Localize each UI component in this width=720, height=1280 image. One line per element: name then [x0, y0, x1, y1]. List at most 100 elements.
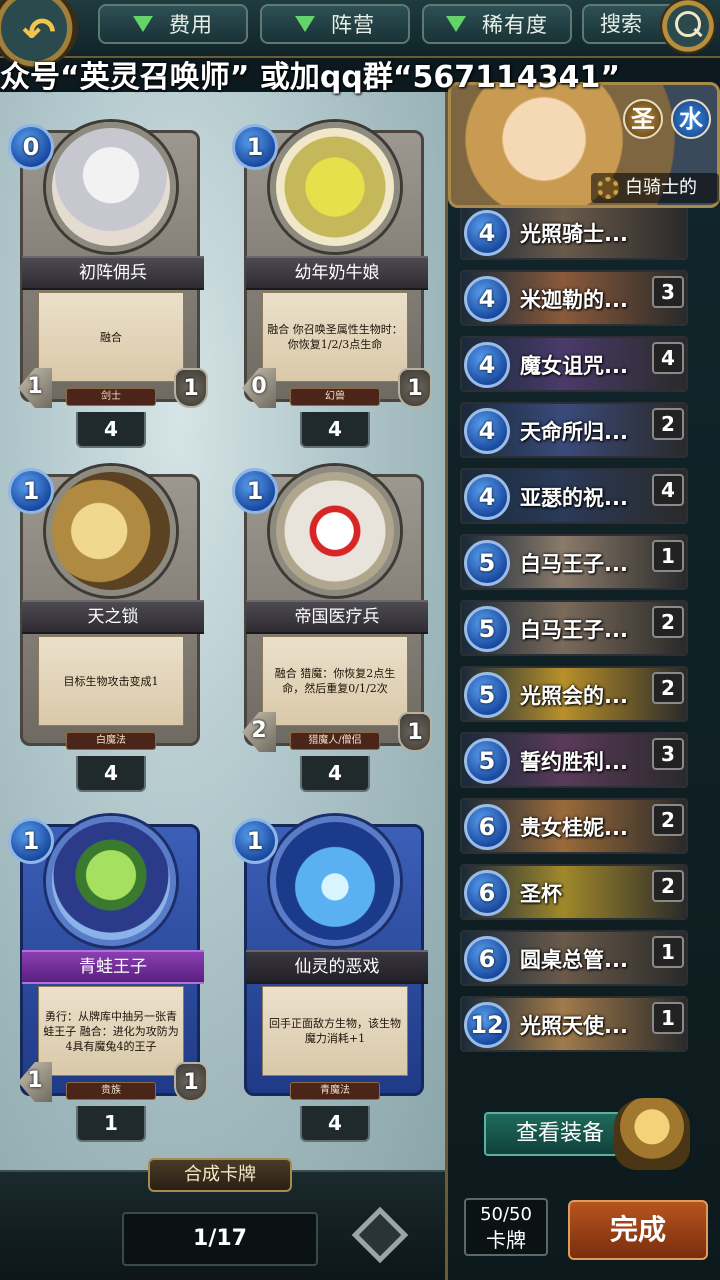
back-arrow-icon: ↶	[22, 10, 56, 56]
deck-list-item[interactable]: 6 圣杯 2	[460, 864, 688, 920]
card[interactable]: 幼年奶牛娘 融合 你召唤圣属性生物时：你恢复1/2/3点生命 1 幻兽 4 0 1	[232, 96, 434, 448]
merge-cards-button[interactable]: 合成卡牌	[148, 1158, 292, 1192]
deck-list-item[interactable]: 4 光照骑士...	[460, 204, 688, 260]
card-count-badge: 50/50 卡牌	[464, 1198, 548, 1256]
card-portrait	[270, 466, 400, 596]
card-type: 剑士	[66, 388, 156, 406]
deck-item-cost: 4	[464, 408, 510, 454]
card-type: 白魔法	[66, 732, 156, 750]
card-type: 青魔法	[290, 1082, 380, 1100]
deck-list-item[interactable]: 5 誓约胜利... 3	[460, 732, 688, 788]
card-cost: 1	[232, 818, 278, 864]
filter-rarity-label: 稀有度	[482, 13, 548, 37]
card-name: 天之锁	[22, 600, 204, 634]
next-page-button[interactable]	[350, 1200, 410, 1270]
deck-item-count: 2	[652, 606, 684, 638]
card-description: 目标生物攻击变成1	[38, 636, 184, 726]
deck-item-cost: 6	[464, 804, 510, 850]
deck-item-count: 1	[652, 936, 684, 968]
deck-list-item[interactable]: 4 亚瑟的祝... 4	[460, 468, 688, 524]
water-element-badge: 水	[671, 99, 711, 139]
next-arrow-icon	[351, 1206, 409, 1264]
card-description: 勇行：从牌库中抽另一张青蛙王子 融合：进化为攻防为4具有魔兔4的王子	[38, 986, 184, 1076]
card[interactable]: 仙灵的恶戏 回手正面敌方生物，该生物魔力消耗+1 1 青魔法 4	[232, 790, 434, 1142]
deck-list-item[interactable]: 4 米迦勒的... 3	[460, 270, 688, 326]
card-owned-count: 4	[76, 756, 146, 792]
deck-item-cost: 5	[464, 606, 510, 652]
card-owned-count: 4	[300, 756, 370, 792]
card[interactable]: 青蛙王子 勇行：从牌库中抽另一张青蛙王子 融合：进化为攻防为4具有魔兔4的王子 1 贵…	[8, 790, 210, 1142]
gear-icon[interactable]	[597, 177, 619, 199]
filter-rarity-button[interactable]: 稀有度	[422, 4, 572, 44]
deck-list-item[interactable]: 5 白马王子... 1	[460, 534, 688, 590]
card-owned-count: 1	[76, 1106, 146, 1142]
deck-list-item[interactable]: 6 圆桌总管... 1	[460, 930, 688, 986]
card-owned-count: 4	[300, 1106, 370, 1142]
deck-list-item[interactable]: 6 贵女桂妮... 2	[460, 798, 688, 854]
deck-item-count: 2	[652, 672, 684, 704]
deck-item-count: 3	[652, 738, 684, 770]
card-health: 1	[174, 1062, 208, 1102]
card-name: 帝国医疗兵	[246, 600, 428, 634]
card-health: 1	[398, 712, 432, 752]
deck-item-name: 魔女诅咒...	[520, 354, 628, 378]
helmet-icon	[614, 1098, 690, 1170]
deck-item-name: 米迦勒的...	[520, 288, 628, 312]
dropdown-triangle-icon	[446, 16, 466, 32]
deck-item-count: 3	[652, 276, 684, 308]
filter-cost-label: 费用	[169, 13, 213, 37]
card[interactable]: 天之锁 目标生物攻击变成1 1 白魔法 4	[8, 440, 210, 792]
card-name: 初阵佣兵	[22, 256, 204, 290]
watermark-text: 众号“英灵召唤师” 或加qq群“567114341”	[0, 60, 621, 95]
card-health: 1	[398, 368, 432, 408]
card-count-label: 卡牌	[486, 1228, 526, 1252]
card-cost: 1	[8, 468, 54, 514]
deck-item-name: 白马王子...	[520, 552, 628, 576]
deck-item-cost: 5	[464, 672, 510, 718]
filter-cost-button[interactable]: 费用	[98, 4, 248, 44]
dropdown-triangle-icon	[133, 16, 153, 32]
deck-item-name: 天命所归...	[520, 420, 628, 444]
card-cost: 1	[232, 124, 278, 170]
deck-item-name: 圣杯	[520, 882, 562, 906]
dropdown-triangle-icon	[295, 16, 315, 32]
page-indicator: 1/17	[122, 1212, 318, 1266]
deck-item-name: 光照骑士...	[520, 222, 628, 246]
deck-item-cost: 4	[464, 342, 510, 388]
deck-item-count: 2	[652, 804, 684, 836]
card[interactable]: 帝国医疗兵 融合 猎魔：你恢复2点生命，然后重复0/1/2次 1 猎魔人/僧侣 4 2 1	[232, 440, 434, 792]
deck-list-item[interactable]: 12 光照天使... 1	[460, 996, 688, 1052]
card-description: 融合 你召唤圣属性生物时：你恢复1/2/3点生命	[262, 292, 408, 382]
deck-item-cost: 4	[464, 210, 510, 256]
deck-item-count: 1	[652, 1002, 684, 1034]
deck-item-count: 4	[652, 342, 684, 374]
deck-item-name: 光照会的...	[520, 684, 628, 708]
filter-faction-label: 阵营	[331, 13, 375, 37]
card-portrait	[270, 816, 400, 946]
card-portrait	[46, 816, 176, 946]
search-icon[interactable]	[660, 0, 716, 54]
filter-faction-button[interactable]: 阵营	[260, 4, 410, 44]
card-type: 幻兽	[290, 388, 380, 406]
card-name: 幼年奶牛娘	[246, 256, 428, 290]
deck-list-item[interactable]: 4 魔女诅咒... 4	[460, 336, 688, 392]
search-label: 搜索	[600, 12, 642, 36]
deck-item-name: 誓约胜利...	[520, 750, 628, 774]
deck-item-count: 4	[652, 474, 684, 506]
deck-list-item[interactable]: 5 光照会的... 2	[460, 666, 688, 722]
holy-element-badge: 圣	[623, 99, 663, 139]
card[interactable]: 初阵佣兵 融合 0 剑士 4 1 1	[8, 96, 210, 448]
deck-list-item[interactable]: 4 天命所归... 2	[460, 402, 688, 458]
deck-item-name: 亚瑟的祝...	[520, 486, 628, 510]
deck-item-name: 白马王子...	[520, 618, 628, 642]
deck-item-cost: 4	[464, 474, 510, 520]
deck-list-item[interactable]: 5 白马王子... 2	[460, 600, 688, 656]
done-button[interactable]: 完成	[568, 1200, 708, 1260]
deck-item-cost: 6	[464, 870, 510, 916]
deck-hero-portrait[interactable]: 圣 水 白骑士的	[448, 82, 720, 208]
card-cost: 1	[232, 468, 278, 514]
deck-item-name: 贵女桂妮...	[520, 816, 628, 840]
card-description: 融合 猎魔：你恢复2点生命，然后重复0/1/2次	[262, 636, 408, 726]
card-portrait	[270, 122, 400, 252]
card-name: 仙灵的恶戏	[246, 950, 428, 984]
